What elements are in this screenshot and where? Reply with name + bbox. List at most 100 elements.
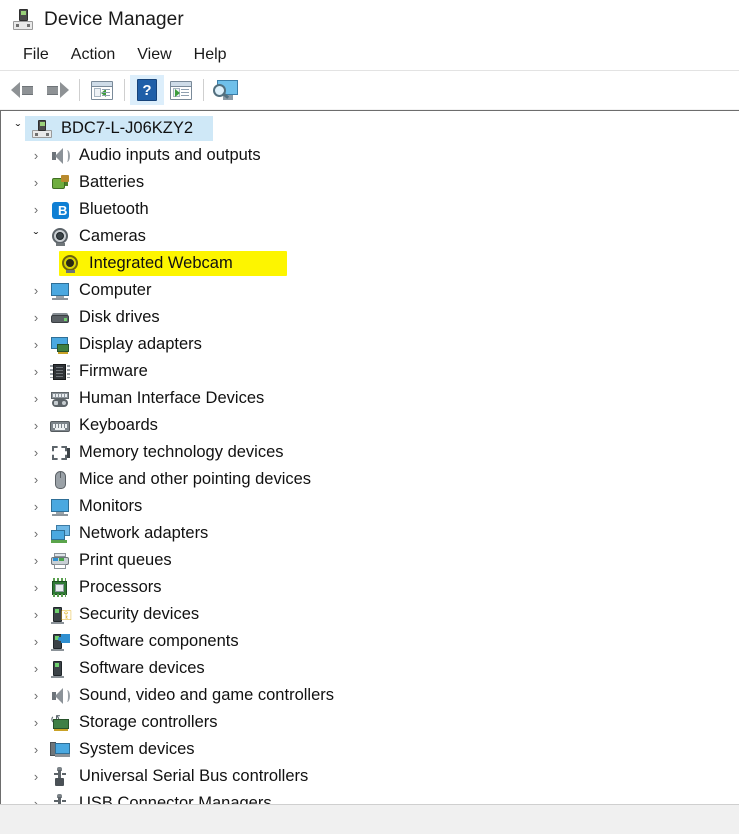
usb-icon [49,766,71,787]
expand-chevron-icon[interactable]: › [23,635,49,648]
software-device-icon [49,659,71,679]
tree-node-label: Software devices [79,659,205,677]
expand-chevron-icon[interactable]: › [23,365,49,378]
tree-node-usb-connector-managers[interactable]: › USB Connector Managers [1,790,739,804]
help-question-icon: ? [137,79,157,101]
expand-chevron-icon[interactable]: › [23,338,49,351]
tree-node-cameras[interactable]: ˇ Cameras [1,223,739,250]
tree-node-audio-inputs-and-outputs[interactable]: › Audio inputs and outputs [1,142,739,169]
tree-node-software-devices[interactable]: › Software devices [1,655,739,682]
battery-icon [49,173,71,193]
tree-node-storage-controllers[interactable]: › ↺ Storage controllers [1,709,739,736]
tree-node-security-devices[interactable]: › ⚿ Security devices [1,601,739,628]
menu-item-view[interactable]: View [126,44,182,66]
keyboard-icon [49,416,71,436]
menu-item-file[interactable]: File [12,44,60,66]
expand-chevron-icon[interactable]: › [23,689,49,702]
tree-node-display-adapters[interactable]: › Display adapters [1,331,739,358]
expand-chevron-icon[interactable]: › [23,662,49,675]
expand-chevron-icon[interactable]: › [23,446,49,459]
expand-chevron-icon[interactable]: › [23,716,49,729]
tree-node-label: Security devices [79,605,200,623]
menu-item-help[interactable]: Help [183,44,238,66]
menu-bar: File Action View Help [0,40,739,71]
tree-node-label: System devices [79,740,195,758]
menu-item-action[interactable]: Action [60,44,126,66]
tree-node-batteries[interactable]: › Batteries [1,169,739,196]
collapse-chevron-icon[interactable]: ˇ [23,230,49,244]
tree-node-computer[interactable]: › Computer [1,277,739,304]
tree-node-label: Human Interface Devices [79,389,265,407]
forward-button[interactable] [40,75,74,105]
tree-node-firmware[interactable]: › Firmware [1,358,739,385]
tree-node-keyboards[interactable]: › Keyboards [1,412,739,439]
firmware-chip-icon [49,362,71,382]
mouse-icon [49,470,71,490]
expand-chevron-icon[interactable]: › [23,581,49,594]
tree-node-label: Monitors [79,497,143,515]
title-bar: Device Manager [0,0,739,40]
processor-icon [49,577,71,598]
properties-panel-icon [170,80,192,100]
expand-chevron-icon[interactable]: › [23,527,49,540]
tree-node-mice-and-other-pointing-devices[interactable]: › Mice and other pointing devices [1,466,739,493]
bluetooth-icon: B [49,200,71,220]
tree-node-network-adapters[interactable]: › Network adapters [1,520,739,547]
expand-chevron-icon[interactable]: › [23,797,49,804]
computer-device-icon [31,119,53,139]
tree-node-label: Network adapters [79,524,209,542]
expand-chevron-icon[interactable]: › [23,608,49,621]
help-button[interactable]: ? [130,75,164,105]
speaker-icon [49,686,71,706]
expand-chevron-icon[interactable]: › [23,176,49,189]
tree-node-software-components[interactable]: › Software components [1,628,739,655]
tree-node-human-interface-devices[interactable]: › Human Interface Devices [1,385,739,412]
expand-chevron-icon[interactable]: › [23,473,49,486]
tree-node-disk-drives[interactable]: › Disk drives [1,304,739,331]
tree-node-processors[interactable]: › Processors [1,574,739,601]
scan-for-hardware-changes-button[interactable] [209,75,243,105]
tree-node-label: Mice and other pointing devices [79,470,312,488]
tree-node-bluetooth[interactable]: › B Bluetooth [1,196,739,223]
usb-icon [49,793,71,804]
expand-chevron-icon[interactable]: › [23,770,49,783]
forward-arrow-icon [45,80,69,100]
back-button[interactable] [6,75,40,105]
tree-node-integrated-webcam[interactable]: Integrated Webcam [1,250,739,277]
human-interface-device-icon [49,389,71,409]
tree-node-monitors[interactable]: › Monitors [1,493,739,520]
tree-node-system-devices[interactable]: › System devices [1,736,739,763]
tree-node-label: Memory technology devices [79,443,284,461]
tree-node-print-queues[interactable]: › Print queues [1,547,739,574]
tree-node-root[interactable]: ˇ BDC7-L-J06KZY2 [1,115,739,142]
tree-node-label: Processors [79,578,162,596]
expand-chevron-icon[interactable]: › [23,554,49,567]
back-arrow-icon [11,80,35,100]
tree-node-memory-technology-devices[interactable]: › Memory technology devices [1,439,739,466]
expand-chevron-icon[interactable]: › [23,284,49,297]
camera-icon [59,254,81,274]
expand-chevron-icon[interactable]: › [23,149,49,162]
tree-node-universal-serial-bus-controllers[interactable]: › Universal Serial Bus controllers [1,763,739,790]
expand-chevron-icon[interactable]: › [23,743,49,756]
device-tree-panel[interactable]: ˇ BDC7-L-J06KZY2 › Audio inputs and outp… [0,110,739,804]
expand-chevron-icon[interactable]: › [23,392,49,405]
display-adapter-icon [49,335,71,355]
expand-chevron-icon[interactable]: › [23,311,49,324]
system-device-icon [49,740,71,760]
toolbar-separator [124,79,125,101]
tree-node-label: Universal Serial Bus controllers [79,767,309,785]
tree-node-sound-video-and-game-controllers[interactable]: › Sound, video and game controllers [1,682,739,709]
window-title: Device Manager [44,9,184,30]
monitor-search-icon [213,79,239,101]
properties-button[interactable] [164,75,198,105]
software-component-icon [49,632,71,652]
speaker-icon [49,146,71,166]
disk-drive-icon [49,308,71,328]
tree-node-label: Software components [79,632,239,650]
show-hide-console-tree-button[interactable] [85,75,119,105]
expand-chevron-icon[interactable]: › [23,203,49,216]
expand-chevron-icon[interactable]: › [23,419,49,432]
expand-chevron-icon[interactable]: › [23,500,49,513]
monitor-icon [49,281,71,301]
